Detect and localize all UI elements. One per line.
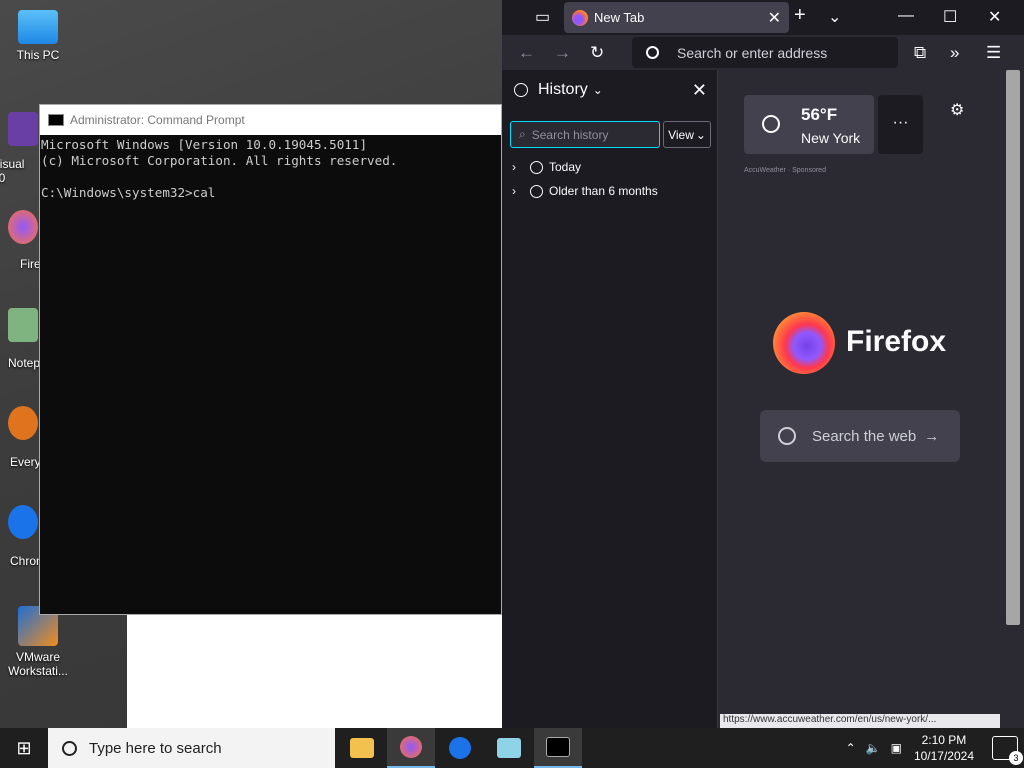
close-sidebar-icon[interactable]: ✕ <box>692 80 707 101</box>
search-icon: ⌕ <box>519 127 526 141</box>
history-group-label: Older than 6 months <box>549 184 658 198</box>
sun-icon <box>762 115 780 133</box>
close-window-icon[interactable]: ✕ <box>988 7 1001 27</box>
extensions-icon[interactable]: ⧉ <box>914 43 926 63</box>
notepad-icon <box>497 738 521 758</box>
gear-icon[interactable]: ⚙ <box>950 100 964 120</box>
tab-new-tab[interactable]: New Tab ✕ <box>564 2 789 33</box>
search-icon <box>646 46 659 59</box>
web-search-label: Search the web <box>812 427 917 445</box>
folder-icon <box>350 738 374 758</box>
desktop-icon-vmware[interactable]: VMware Workstati... <box>2 606 74 678</box>
firefox-favicon-icon <box>572 9 588 26</box>
terminal-icon <box>48 114 64 126</box>
search-history-input[interactable]: ⌕ Search history <box>510 121 660 148</box>
computer-icon <box>18 10 58 44</box>
firefox-logo <box>773 312 835 374</box>
sidebar-title: History <box>538 81 588 98</box>
chevron-right-icon: › <box>512 184 516 198</box>
tab-manager-icon[interactable]: ▭ <box>535 7 550 27</box>
back-icon[interactable]: ← <box>518 43 535 63</box>
tab-title: New Tab <box>594 10 645 25</box>
maximize-icon[interactable]: ☐ <box>943 7 957 27</box>
weather-city: New York <box>801 130 861 146</box>
clock[interactable]: 2:10 PM 10/17/2024 <box>914 732 974 764</box>
taskbar-search-placeholder: Type here to search <box>89 739 222 757</box>
weather-more-button[interactable]: ··· <box>878 95 923 154</box>
cmd-title: Administrator: Command Prompt <box>70 113 245 127</box>
cmd-title-bar[interactable]: Administrator: Command Prompt <box>40 105 501 135</box>
everything-icon <box>8 406 38 440</box>
new-tab-icon[interactable]: + <box>794 4 806 27</box>
history-group-label: Today <box>549 160 582 174</box>
taskbar-file-explorer[interactable] <box>338 728 386 768</box>
notification-center-icon[interactable]: 3 <box>992 736 1023 765</box>
chevron-down-icon: ⌄ <box>695 127 706 142</box>
tab-bar: ▭ New Tab ✕ + ⌄ — ☐ ✕ <box>502 0 1024 35</box>
chrome-icon <box>8 505 38 539</box>
reload-icon[interactable]: ↻ <box>590 43 604 63</box>
volume-muted-icon[interactable]: 🔈 <box>866 741 881 755</box>
search-icon <box>62 740 77 756</box>
firefox-icon <box>400 736 422 758</box>
arrow-right-icon: → <box>924 427 940 445</box>
firefox-icon <box>8 210 38 244</box>
history-sidebar: History ⌄ ✕ ⌕ Search history View ⌄ › To… <box>502 70 718 728</box>
chevron-down-icon: ⌄ <box>592 83 603 97</box>
view-label: View <box>668 127 694 142</box>
firefox-window: ▭ New Tab ✕ + ⌄ — ☐ ✕ ← → ↻ Search or en… <box>502 0 1024 728</box>
taskbar-notepad[interactable] <box>485 728 533 768</box>
cmd-output[interactable]: Microsoft Windows [Version 10.0.19045.50… <box>40 135 501 201</box>
address-bar[interactable]: Search or enter address <box>632 37 898 68</box>
hamburger-menu-icon[interactable]: ☰ <box>986 43 1001 63</box>
notification-count: 3 <box>1009 751 1023 765</box>
system-tray: ⌃ 🔈 ▣ 2:10 PM 10/17/2024 3 <box>846 728 1024 768</box>
notepad-icon <box>8 308 38 342</box>
chevron-up-icon[interactable]: ⌃ <box>846 741 856 755</box>
firefox-wordmark: Firefox <box>846 325 947 358</box>
chrome-icon <box>449 737 471 759</box>
minimize-icon[interactable]: — <box>898 7 914 25</box>
taskbar: ⊞ Type here to search ⌃ 🔈 ▣ 2:10 PM 10/1… <box>0 728 1024 768</box>
navigation-bar: ← → ↻ Search or enter address ⧉ » ☰ <box>502 35 1024 70</box>
history-group-today[interactable]: › Today <box>512 160 581 174</box>
scrollbar-thumb[interactable] <box>1006 70 1020 625</box>
new-tab-page: 56°F New York ··· AccuWeather · Sponsore… <box>718 70 1024 728</box>
desktop-icon-this-pc[interactable]: This PC <box>2 10 74 62</box>
address-placeholder: Search or enter address <box>677 44 828 61</box>
terminal-icon <box>546 737 570 757</box>
command-prompt-window[interactable]: Administrator: Command Prompt Microsoft … <box>39 104 502 615</box>
windows-icon: ⊞ <box>16 737 32 758</box>
view-button[interactable]: View ⌄ <box>663 121 711 148</box>
search-icon <box>778 427 796 445</box>
clock-icon <box>514 83 528 97</box>
list-tabs-icon[interactable]: ⌄ <box>828 7 841 27</box>
weather-sponsor: AccuWeather · Sponsored <box>744 167 826 174</box>
visual-studio-icon <box>8 112 38 146</box>
status-url: https://www.accuweather.com/en/us/new-yo… <box>720 714 1000 728</box>
date: 10/17/2024 <box>913 749 974 763</box>
desktop-icon-visual-label: Visual 20 <box>0 157 25 185</box>
time: 2:10 PM <box>921 733 967 747</box>
clock-icon <box>530 184 543 198</box>
background-window <box>127 612 503 728</box>
weather-widget[interactable]: 56°F New York <box>744 95 874 154</box>
clock-icon <box>530 160 543 174</box>
taskbar-firefox[interactable] <box>387 728 435 768</box>
close-tab-icon[interactable]: ✕ <box>768 8 781 28</box>
start-button[interactable]: ⊞ <box>0 728 48 768</box>
history-group-older[interactable]: › Older than 6 months <box>512 184 658 198</box>
taskbar-chrome[interactable] <box>436 728 484 768</box>
chevron-right-icon: › <box>512 160 516 174</box>
sidebar-header[interactable]: History ⌄ <box>502 70 717 110</box>
taskbar-cmd[interactable] <box>534 728 582 768</box>
search-history-placeholder: Search history <box>531 127 609 142</box>
overflow-menu-icon[interactable]: » <box>950 43 959 63</box>
weather-temp: 56°F <box>801 105 838 124</box>
forward-icon[interactable]: → <box>554 43 571 63</box>
network-icon[interactable]: ▣ <box>891 741 902 755</box>
taskbar-search[interactable]: Type here to search <box>48 728 335 768</box>
web-search-button[interactable]: Search the web → <box>760 410 960 462</box>
